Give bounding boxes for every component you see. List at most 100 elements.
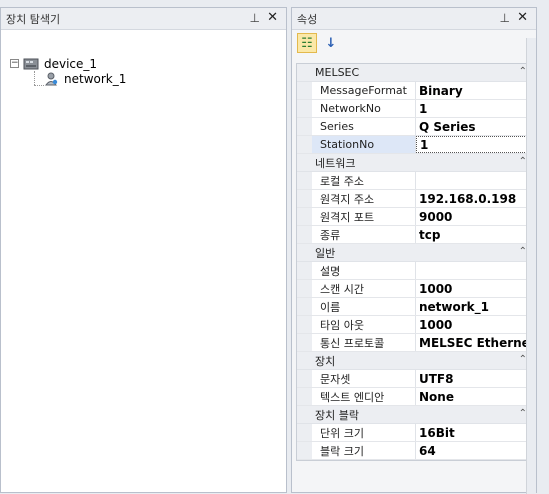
scrollbar[interactable] [526, 38, 536, 494]
row-gutter [297, 172, 312, 189]
collapse-icon[interactable]: − [10, 59, 19, 68]
row-gutter [297, 334, 312, 351]
property-value[interactable]: 1 [416, 136, 533, 153]
property-row[interactable]: 텍스트 엔디안 None [297, 388, 533, 406]
tree-item-label: network_1 [64, 72, 127, 86]
property-name: 로컬 주소 [312, 172, 416, 189]
category-label: 일반 [315, 246, 336, 260]
property-name: 원격지 주소 [312, 190, 416, 207]
close-icon[interactable]: ✕ [517, 10, 528, 25]
property-value[interactable]: UTF8 [416, 370, 533, 387]
property-row[interactable]: 종류 tcp [297, 226, 533, 244]
row-gutter [297, 100, 312, 117]
properties-title: 속성 [297, 12, 318, 26]
property-name: 문자셋 [312, 370, 416, 387]
device-tree: − device_1 network_1 [1, 30, 286, 490]
property-row[interactable]: 원격지 포트 9000 [297, 208, 533, 226]
property-name: 스캔 시간 [312, 280, 416, 297]
property-name: 타임 아웃 [312, 316, 416, 333]
row-gutter [297, 136, 312, 153]
property-row[interactable]: 블락 크기 64 [297, 442, 533, 460]
property-value[interactable]: 1000 [416, 280, 533, 297]
row-gutter [297, 280, 312, 297]
category-label: 네트워크 [315, 156, 356, 170]
property-value[interactable]: Binary [416, 82, 533, 99]
property-row[interactable]: StationNo 1 [297, 136, 533, 154]
property-value[interactable] [416, 172, 533, 189]
property-row[interactable]: Series Q Series [297, 118, 533, 136]
property-row[interactable]: 원격지 주소 192.168.0.198 [297, 190, 533, 208]
category-label: 장치 블락 [315, 408, 359, 422]
category-label: 장치 [315, 354, 336, 368]
property-name: 원격지 포트 [312, 208, 416, 225]
property-value[interactable]: network_1 [416, 298, 533, 315]
property-row[interactable]: 문자셋 UTF8 [297, 370, 533, 388]
row-gutter [297, 262, 312, 279]
row-gutter [297, 442, 312, 459]
tree-item-device[interactable]: device_1 [23, 56, 97, 72]
property-category[interactable]: 장치 블락 ⌃ [297, 406, 533, 424]
property-row[interactable]: 타임 아웃 1000 [297, 316, 533, 334]
row-gutter [297, 208, 312, 225]
property-value[interactable]: 1000 [416, 316, 533, 333]
property-category[interactable]: 장치 ⌃ [297, 352, 533, 370]
row-gutter [297, 190, 312, 207]
property-value[interactable]: Q Series [416, 118, 533, 135]
property-value[interactable]: tcp [416, 226, 533, 243]
property-name: NetworkNo [312, 100, 416, 117]
property-name: 텍스트 엔디안 [312, 388, 416, 405]
property-name: StationNo [312, 136, 416, 153]
property-value[interactable]: 16Bit [416, 424, 533, 441]
categorized-view-icon[interactable]: ☷ [297, 33, 317, 53]
property-name: 종류 [312, 226, 416, 243]
row-gutter [297, 298, 312, 315]
close-icon[interactable]: ✕ [267, 10, 278, 25]
property-name: 설명 [312, 262, 416, 279]
device-explorer-titlebar: 장치 탐색기 ⊥ ✕ [1, 8, 286, 30]
property-row[interactable]: MessageFormat Binary [297, 82, 533, 100]
property-name: 이름 [312, 298, 416, 315]
property-value[interactable]: 64 [416, 442, 533, 459]
property-name: MessageFormat [312, 82, 416, 99]
row-gutter [297, 424, 312, 441]
sort-alphabetical-icon[interactable]: ↓ [321, 33, 341, 53]
row-gutter [297, 118, 312, 135]
property-category[interactable]: MELSEC ⌃ [297, 64, 533, 82]
property-row[interactable]: 이름 network_1 [297, 298, 533, 316]
property-value[interactable] [416, 262, 533, 279]
pin-icon[interactable]: ⊥ [500, 11, 510, 25]
property-value[interactable]: 192.168.0.198 [416, 190, 533, 207]
device-icon [23, 58, 39, 70]
property-name: Series [312, 118, 416, 135]
tree-item-label: device_1 [44, 57, 98, 71]
property-row[interactable]: 스캔 시간 1000 [297, 280, 533, 298]
pin-icon[interactable]: ⊥ [250, 11, 260, 25]
device-explorer-title: 장치 탐색기 [6, 12, 61, 26]
property-grid: MELSEC ⌃ MessageFormat Binary NetworkNo 1 Seri… [296, 63, 534, 461]
property-row[interactable]: 로컬 주소 [297, 172, 533, 190]
property-value[interactable]: 9000 [416, 208, 533, 225]
property-value[interactable]: MELSEC Ethernet [416, 334, 533, 351]
row-gutter [297, 388, 312, 405]
property-row[interactable]: NetworkNo 1 [297, 100, 533, 118]
device-explorer-panel: 장치 탐색기 ⊥ ✕ − device_1 network_1 [0, 7, 287, 493]
row-gutter [297, 370, 312, 387]
row-gutter [297, 316, 312, 333]
properties-panel: 속성 ⊥ ✕ ☷ ↓ MELSEC ⌃ MessageFormat Binary Net… [291, 7, 537, 494]
property-value[interactable]: None [416, 388, 533, 405]
network-icon [45, 72, 58, 86]
tree-item-network[interactable]: network_1 [43, 71, 126, 87]
category-label: MELSEC [315, 66, 360, 79]
properties-titlebar: 속성 ⊥ ✕ [292, 8, 536, 30]
properties-toolbar: ☷ ↓ [292, 30, 536, 56]
property-name: 단위 크기 [312, 424, 416, 441]
property-category[interactable]: 일반 ⌃ [297, 244, 533, 262]
row-gutter [297, 226, 312, 243]
row-gutter [297, 82, 312, 99]
property-name: 통신 프로토콜 [312, 334, 416, 351]
property-row[interactable]: 통신 프로토콜 MELSEC Ethernet [297, 334, 533, 352]
property-row[interactable]: 단위 크기 16Bit [297, 424, 533, 442]
property-category[interactable]: 네트워크 ⌃ [297, 154, 533, 172]
property-row[interactable]: 설명 [297, 262, 533, 280]
property-value[interactable]: 1 [416, 100, 533, 117]
